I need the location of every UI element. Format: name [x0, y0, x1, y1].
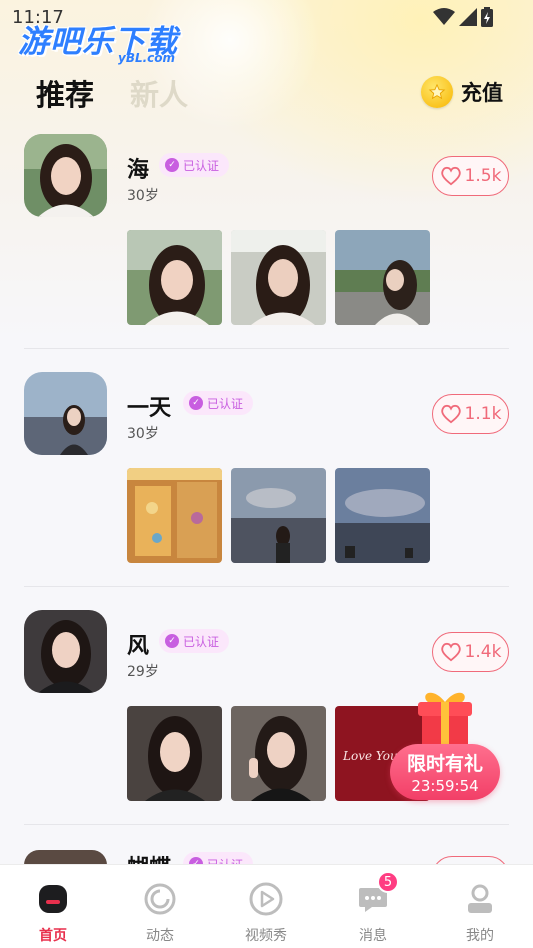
recharge-button[interactable]: 充值 [421, 76, 503, 108]
nav-video[interactable]: 视频秀 [226, 879, 306, 945]
top-tabs: 推荐 新人 充值 [0, 70, 533, 114]
user-age: 30岁 [127, 188, 159, 204]
verified-label: 已认证 [207, 396, 244, 411]
nav-profile[interactable]: 我的 [440, 879, 520, 945]
recharge-label: 充值 [461, 81, 503, 105]
verified-icon: ✓ [165, 158, 179, 172]
nav-home[interactable]: 首页 [13, 879, 93, 945]
nav-moments[interactable]: 动态 [120, 879, 200, 945]
tab-newcomers[interactable]: 新人 [130, 72, 188, 114]
avatar[interactable] [24, 134, 107, 217]
user-name: 海 [127, 158, 150, 183]
verified-badge: ✓ 已认证 [159, 153, 230, 177]
photo-thumbnail[interactable] [231, 230, 326, 325]
verified-label: 已认证 [183, 634, 220, 649]
coin-icon [421, 76, 453, 108]
user-name: 一天 [127, 396, 172, 421]
user-card[interactable]: 一天 ✓ 已认证 30岁 1.1k [0, 372, 533, 610]
avatar[interactable] [24, 610, 107, 693]
photo-thumbnail[interactable] [335, 468, 430, 563]
user-card-partial[interactable]: 蝴蝶 ✓ 已认证 [0, 846, 533, 866]
gift-pill[interactable]: 限时有礼 23:59:54 [390, 744, 500, 800]
photo-strip [127, 230, 430, 325]
gift-promo[interactable]: 限时有礼 23:59:54 [390, 688, 502, 800]
nav-label: 动态 [146, 928, 174, 944]
verified-badge: ✓ 已认证 [183, 391, 254, 415]
home-icon [33, 879, 73, 919]
nav-label: 我的 [466, 928, 494, 944]
like-count: 1.5k [464, 166, 502, 186]
user-name: 风 [127, 634, 150, 659]
verified-badge: ✓ 已认证 [159, 629, 230, 653]
gift-box-icon [418, 692, 472, 750]
message-icon: 5 [353, 871, 399, 919]
photo-thumbnail[interactable] [231, 468, 326, 563]
wifi-icon [433, 8, 455, 25]
profile-icon [460, 879, 500, 919]
like-button[interactable]: 1.5k [432, 156, 509, 196]
like-count: 1.1k [464, 404, 502, 424]
card-divider [24, 586, 509, 587]
photo-strip [127, 468, 430, 563]
nav-label: 首页 [39, 928, 67, 944]
photo-thumbnail[interactable] [335, 230, 430, 325]
verified-icon: ✓ [165, 634, 179, 648]
gift-title: 限时有礼 [406, 753, 483, 775]
user-age: 29岁 [127, 664, 159, 680]
video-icon [246, 879, 286, 919]
bottom-nav: 首页 动态 视频秀 5 消息 我的 [0, 864, 533, 948]
nav-label: 消息 [359, 928, 387, 944]
nav-label: 视频秀 [245, 928, 287, 944]
status-icons [433, 7, 493, 27]
battery-icon [481, 7, 493, 27]
photo-thumbnail[interactable] [231, 706, 326, 801]
unread-badge: 5 [377, 871, 399, 893]
watermark-url: yBL.com [118, 51, 176, 65]
tab-recommend[interactable]: 推荐 [36, 72, 94, 114]
gift-countdown: 23:59:54 [411, 777, 479, 795]
verified-icon: ✓ [189, 396, 203, 410]
heart-icon [440, 642, 461, 662]
photo-strip: Love You [127, 706, 430, 801]
card-divider [24, 824, 509, 825]
user-age: 30岁 [127, 426, 159, 442]
heart-icon [440, 404, 461, 424]
user-card[interactable]: 海 ✓ 已认证 30岁 1.5k [0, 134, 533, 372]
like-button[interactable]: 1.1k [432, 394, 509, 434]
nav-messages[interactable]: 5 消息 [333, 871, 413, 945]
verified-label: 已认证 [183, 158, 220, 173]
card-divider [24, 348, 509, 349]
photo-thumbnail[interactable] [127, 468, 222, 563]
photo-thumbnail[interactable] [127, 230, 222, 325]
avatar[interactable] [24, 372, 107, 455]
heart-icon [440, 166, 461, 186]
like-button[interactable]: 1.4k [432, 632, 509, 672]
moments-icon [140, 879, 180, 919]
photo-thumbnail[interactable] [127, 706, 222, 801]
like-count: 1.4k [464, 642, 502, 662]
signal-icon [459, 8, 477, 26]
